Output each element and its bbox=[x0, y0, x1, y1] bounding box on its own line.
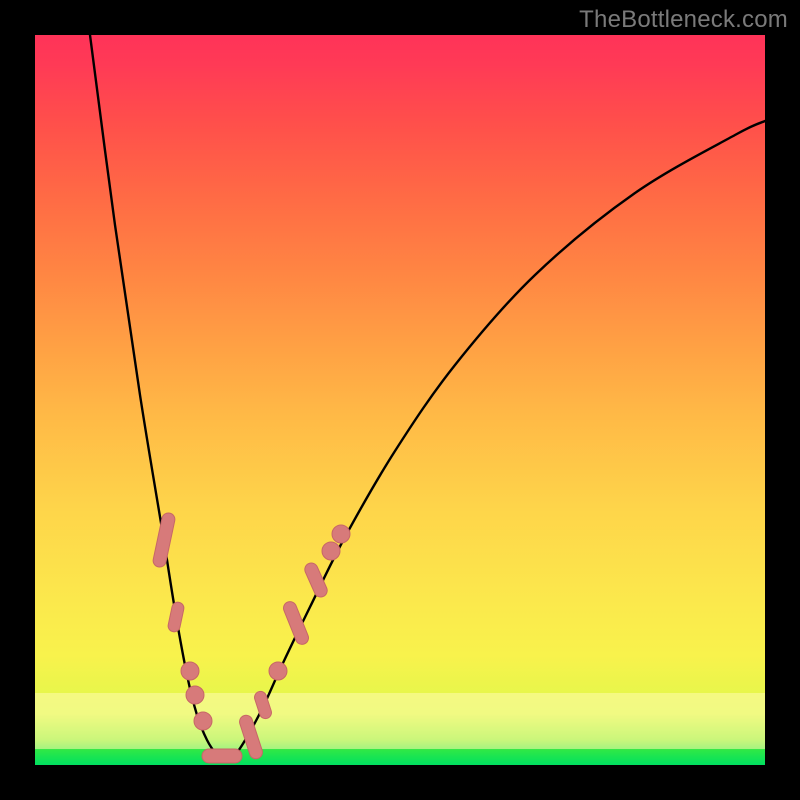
curve-marker bbox=[194, 712, 212, 730]
curve-marker bbox=[269, 662, 287, 680]
curve-marker bbox=[303, 561, 330, 599]
curve-marker bbox=[181, 662, 199, 680]
curve-marker bbox=[332, 525, 350, 543]
chart-stage: TheBottleneck.com bbox=[0, 0, 800, 800]
curve-marker bbox=[186, 686, 204, 704]
watermark-text: TheBottleneck.com bbox=[579, 6, 788, 34]
curve-marker bbox=[282, 600, 311, 647]
curve-marker bbox=[167, 601, 185, 633]
bottleneck-curve bbox=[90, 35, 765, 761]
curve-marker bbox=[202, 749, 242, 763]
curve-markers bbox=[152, 512, 350, 763]
curve-marker bbox=[152, 512, 176, 569]
curve-marker bbox=[322, 542, 340, 560]
chart-svg bbox=[35, 35, 765, 765]
